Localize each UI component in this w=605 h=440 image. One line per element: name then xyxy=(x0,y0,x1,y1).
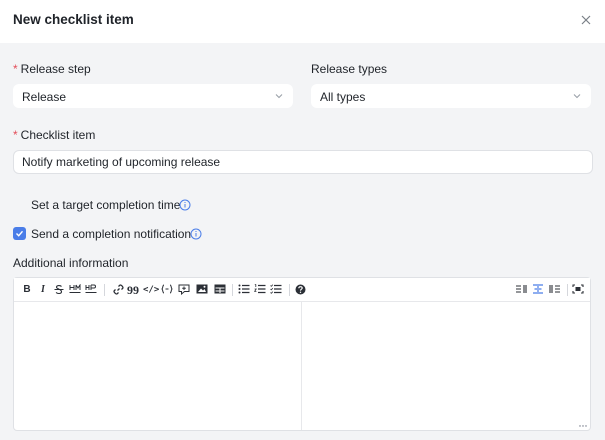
checklist-item-label-text: Checklist item xyxy=(20,128,96,142)
image-button[interactable] xyxy=(195,283,209,297)
help-icon xyxy=(295,284,305,295)
code-block-button[interactable] xyxy=(160,283,174,297)
release-step-label: * Release step xyxy=(13,62,91,76)
heading-button[interactable] xyxy=(68,283,82,297)
resize-handle[interactable] xyxy=(579,424,587,428)
release-step-select[interactable]: Release xyxy=(13,84,293,108)
required-mark: * xyxy=(13,128,18,142)
notification-label: Send a completion notification xyxy=(31,227,192,241)
toolbar-separator xyxy=(104,284,105,296)
link-icon xyxy=(112,284,124,295)
additional-info-label: Additional information xyxy=(13,256,129,270)
comment-button[interactable] xyxy=(177,283,191,297)
chevron-down-icon xyxy=(573,94,581,99)
target-time-checkbox[interactable] xyxy=(13,198,26,211)
editor-preview-pane xyxy=(303,302,590,430)
new-checklist-item-dialog: New checklist item * Release step Release… xyxy=(0,0,605,440)
task-list-button[interactable] xyxy=(269,283,283,297)
code-button[interactable]: </> xyxy=(143,283,159,297)
release-step-value: Release xyxy=(22,90,67,104)
resize-icon xyxy=(579,425,587,427)
fullscreen-button[interactable] xyxy=(571,283,585,297)
split-mode-icon xyxy=(533,284,543,294)
required-mark: * xyxy=(13,62,18,76)
strikethrough-button[interactable] xyxy=(52,283,66,297)
checkmark-icon xyxy=(16,230,24,237)
heading-size-button[interactable] xyxy=(84,283,98,297)
target-time-checkbox-row[interactable]: Set a target completion time xyxy=(13,197,193,213)
heading-icon xyxy=(69,284,81,293)
preview-mode-button[interactable] xyxy=(548,283,562,297)
preview-mode-icon xyxy=(549,285,560,293)
bullet-list-button[interactable] xyxy=(237,283,251,297)
editor-input-pane[interactable] xyxy=(14,302,302,430)
help-button[interactable] xyxy=(293,283,307,297)
release-types-label: Release types xyxy=(311,62,388,76)
task-list-icon xyxy=(270,284,282,294)
markdown-editor: B I 99 </> xyxy=(13,277,591,431)
toolbar-separator xyxy=(567,284,568,296)
notification-checkbox-row[interactable]: Send a completion notification xyxy=(13,226,208,242)
numbered-list-icon xyxy=(254,284,266,294)
link-button[interactable] xyxy=(111,283,125,297)
image-icon xyxy=(196,284,208,294)
italic-button[interactable]: I xyxy=(36,283,50,297)
toolbar-separator xyxy=(232,284,233,296)
code-block-icon xyxy=(161,284,173,294)
chevron-down-icon xyxy=(275,94,283,99)
close-button[interactable] xyxy=(578,12,594,28)
dialog-title: New checklist item xyxy=(13,12,134,27)
quote-button[interactable]: 99 xyxy=(126,283,140,297)
target-time-label: Set a target completion time xyxy=(31,198,181,212)
edit-mode-button[interactable] xyxy=(514,283,528,297)
table-button[interactable] xyxy=(213,283,227,297)
checklist-item-label: * Checklist item xyxy=(13,128,95,142)
toolbar-separator xyxy=(289,284,290,296)
bold-button[interactable]: B xyxy=(20,283,34,297)
table-icon xyxy=(214,284,226,294)
checklist-item-input[interactable] xyxy=(13,150,593,174)
editor-toolbar: B I 99 </> xyxy=(14,278,590,302)
heading-size-icon xyxy=(85,284,97,293)
comment-icon xyxy=(178,284,190,295)
dialog-header: New checklist item xyxy=(0,0,605,43)
edit-mode-icon xyxy=(516,285,527,293)
split-mode-button[interactable] xyxy=(531,283,545,297)
bullet-list-icon xyxy=(238,284,250,294)
release-types-select[interactable]: All types xyxy=(311,84,591,108)
info-icon[interactable] xyxy=(179,199,191,211)
fullscreen-icon xyxy=(572,284,584,294)
info-icon[interactable] xyxy=(190,228,202,240)
release-step-label-text: Release step xyxy=(20,62,91,76)
numbered-list-button[interactable] xyxy=(253,283,267,297)
notification-checkbox[interactable] xyxy=(13,227,26,240)
strikethrough-icon xyxy=(54,285,64,295)
close-icon xyxy=(581,15,591,25)
release-types-value: All types xyxy=(320,90,366,104)
